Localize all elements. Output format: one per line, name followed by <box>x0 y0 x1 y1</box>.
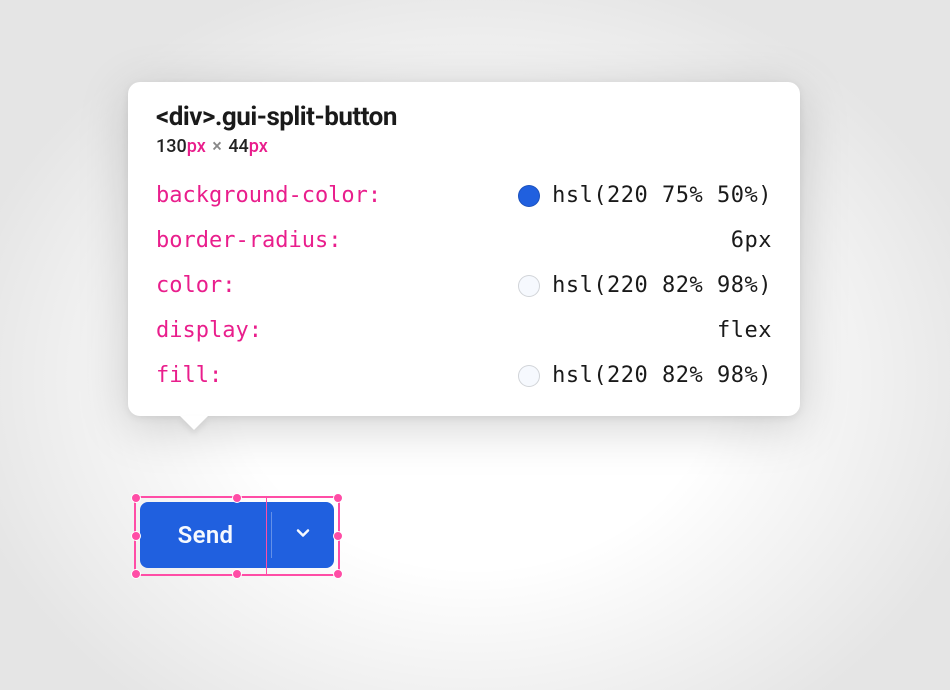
resize-handle-top-right[interactable] <box>333 493 343 503</box>
width-value: 130 <box>156 136 187 157</box>
css-property-value: 6px <box>731 224 772 257</box>
css-property-name: display <box>156 314 249 347</box>
split-button-container: Send <box>140 502 334 568</box>
css-property-name: color <box>156 269 222 302</box>
resize-handle-bottom-center[interactable] <box>232 569 242 579</box>
element-dimensions: 130px × 44px <box>156 136 772 157</box>
css-property-value: hsl(220 75% 50%) <box>552 179 772 212</box>
css-property-row: border-radius: 6px <box>156 224 772 257</box>
css-property-name: fill <box>156 359 209 392</box>
css-property-row: display: flex <box>156 314 772 347</box>
gui-split-button: Send <box>140 502 334 568</box>
css-property-value: hsl(220 82% 98%) <box>552 269 772 302</box>
css-property-list: background-color: hsl(220 75% 50%) borde… <box>156 179 772 392</box>
resize-handle-bottom-left[interactable] <box>131 569 141 579</box>
width-unit: px <box>187 136 206 157</box>
css-property-value: hsl(220 82% 98%) <box>552 359 772 392</box>
resize-handle-bottom-right[interactable] <box>333 569 343 579</box>
height-unit: px <box>249 136 268 157</box>
selector-label: <div>.gui-split-button <box>156 102 772 132</box>
css-property-row: color: hsl(220 82% 98%) <box>156 269 772 302</box>
color-swatch-icon <box>518 185 540 207</box>
css-property-row: background-color: hsl(220 75% 50%) <box>156 179 772 212</box>
dimension-separator: × <box>212 136 222 157</box>
height-value: 44 <box>228 136 248 157</box>
send-button[interactable]: Send <box>140 502 271 568</box>
css-property-name: background-color <box>156 179 368 212</box>
css-property-row: fill: hsl(220 82% 98%) <box>156 359 772 392</box>
dropdown-toggle-button[interactable] <box>272 502 334 568</box>
inspector-tooltip: <div>.gui-split-button 130px × 44px back… <box>128 82 800 416</box>
css-property-value: flex <box>717 314 772 347</box>
send-button-label: Send <box>178 521 234 549</box>
css-property-name: border-radius <box>156 224 328 257</box>
resize-handle-middle-right[interactable] <box>333 531 343 541</box>
color-swatch-icon <box>518 365 540 387</box>
chevron-down-icon <box>293 523 313 547</box>
color-swatch-icon <box>518 275 540 297</box>
